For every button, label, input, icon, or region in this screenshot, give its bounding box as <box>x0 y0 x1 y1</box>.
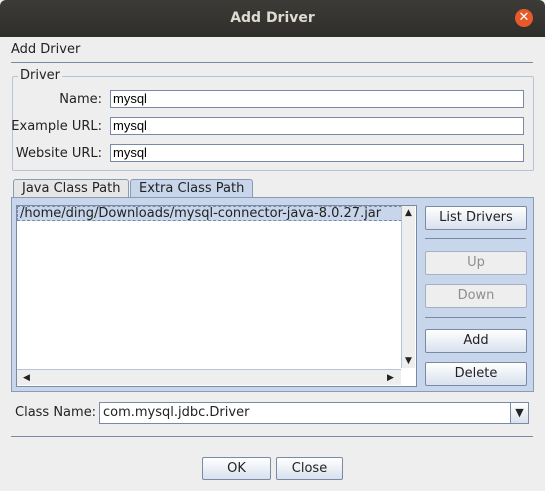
tab-extra-class-path[interactable]: Extra Class Path <box>130 179 254 198</box>
arrow-right-icon[interactable]: ▶ <box>385 373 396 383</box>
name-field[interactable] <box>110 90 524 108</box>
window-title: Add Driver <box>230 10 315 26</box>
up-button[interactable]: Up <box>425 251 527 275</box>
tab-java-class-path[interactable]: Java Class Path <box>13 179 130 198</box>
arrow-down-icon[interactable]: ▼ <box>403 356 414 366</box>
name-label: Name: <box>59 92 102 107</box>
class-path-list[interactable] <box>16 205 417 387</box>
example-url-label: Example URL: <box>11 119 102 134</box>
driver-group-title: Driver <box>18 68 63 83</box>
class-name-label: Class Name: <box>15 405 97 420</box>
footer-separator <box>11 436 533 437</box>
chevron-down-icon[interactable]: ▼ <box>510 403 528 423</box>
down-button[interactable]: Down <box>425 284 527 308</box>
header-separator <box>11 62 533 63</box>
close-button[interactable]: Close <box>276 457 343 480</box>
vertical-scrollbar[interactable]: ▲ ▼ <box>401 206 415 368</box>
arrow-left-icon[interactable]: ◀ <box>21 373 32 383</box>
website-url-label: Website URL: <box>15 146 102 161</box>
add-button[interactable]: Add <box>425 329 527 353</box>
arrow-up-icon[interactable]: ▲ <box>403 208 414 218</box>
example-url-field[interactable] <box>110 117 524 135</box>
class-name-value[interactable]: com.mysql.jdbc.Driver <box>103 405 249 420</box>
horizontal-scrollbar[interactable]: ◀ ▶ <box>17 369 401 385</box>
delete-button[interactable]: Delete <box>425 362 527 386</box>
list-drivers-button[interactable]: List Drivers <box>425 206 527 230</box>
list-item[interactable]: /home/ding/Downloads/mysql-connector-jav… <box>17 206 402 221</box>
button-separator <box>425 317 526 318</box>
title-bar: Add Driver ✕ <box>0 0 545 37</box>
close-icon[interactable]: ✕ <box>515 9 533 27</box>
dialog-header-label: Add Driver <box>11 42 81 57</box>
ok-button[interactable]: OK <box>202 457 271 480</box>
website-url-field[interactable] <box>110 144 524 162</box>
button-separator <box>425 238 526 239</box>
class-name-combobox[interactable]: com.mysql.jdbc.Driver ▼ <box>99 402 529 424</box>
